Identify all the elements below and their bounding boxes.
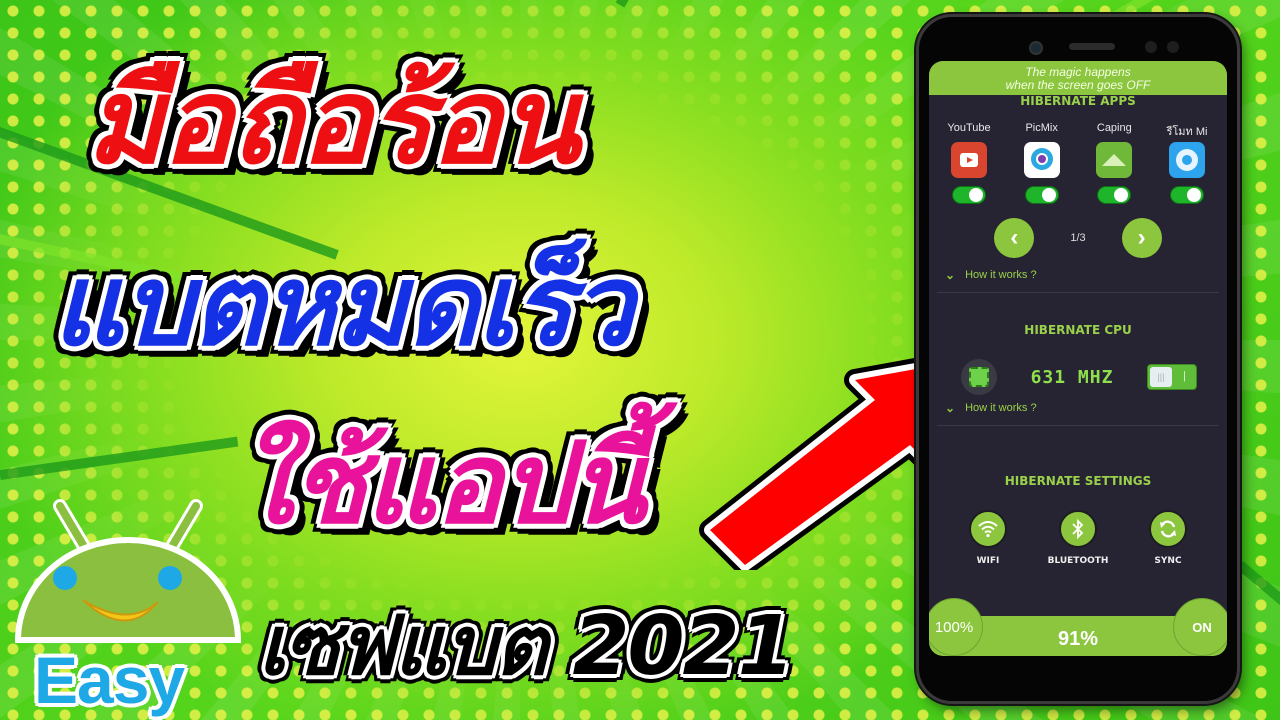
hibernate-apps-title: HIBERNATE APPS bbox=[1020, 94, 1136, 108]
setting-label: WIFI bbox=[976, 556, 1000, 566]
tagline-banner: The magic happens when the screen goes O… bbox=[929, 61, 1227, 95]
eye-left-icon bbox=[53, 566, 77, 590]
speaker-grille bbox=[1069, 43, 1115, 50]
sync-icon bbox=[1149, 510, 1187, 548]
sensor-dot bbox=[1167, 41, 1179, 53]
cpu-frequency: 631 MHZ bbox=[1030, 366, 1114, 388]
how-it-works-apps-link[interactable]: ⌄ How it works ? bbox=[929, 268, 1227, 282]
app-item-youtube: YouTube bbox=[939, 122, 999, 204]
how-it-works-label: How it works ? bbox=[965, 402, 1037, 414]
hibernate-on-button[interactable]: ON bbox=[1173, 598, 1227, 656]
setting-label: BLUETOOTH bbox=[1047, 556, 1109, 566]
cpu-chip-icon bbox=[961, 359, 997, 395]
headline-battery-drains: แบตหมดเร็ว bbox=[52, 241, 634, 371]
cpu-row: 631 MHZ ||| | bbox=[929, 359, 1227, 395]
setting-sync[interactable]: SYNC bbox=[1133, 510, 1203, 566]
hibernate-apps-list: YouTube PicMix Caping รีโมท Mi bbox=[929, 122, 1227, 204]
setting-bluetooth[interactable]: BLUETOOTH bbox=[1043, 510, 1113, 566]
chevron-down-icon: ⌄ bbox=[945, 401, 956, 415]
headline-use-this-app: ใช้แอปนี้ bbox=[238, 419, 646, 549]
youtube-icon bbox=[951, 142, 987, 178]
mascot-head bbox=[14, 537, 242, 643]
switch-knob: ||| bbox=[1149, 367, 1172, 387]
chevron-down-icon: ⌄ bbox=[945, 268, 956, 282]
mi-remote-icon bbox=[1168, 142, 1205, 178]
how-it-works-cpu-link[interactable]: ⌄ How it works ? bbox=[929, 401, 1227, 415]
easy-brand-text: Easy bbox=[34, 643, 185, 717]
picmix-icon bbox=[1023, 142, 1060, 178]
app-toggle-picmix[interactable] bbox=[1024, 186, 1059, 204]
antenna-right-icon bbox=[163, 499, 203, 557]
section-divider bbox=[937, 425, 1219, 426]
page-indicator: 1/3 bbox=[1070, 232, 1086, 244]
headline-phone-hot: มือถือร้อน bbox=[86, 52, 580, 190]
how-it-works-label: How it works ? bbox=[965, 269, 1037, 281]
tagline-line-2: when the screen goes OFF bbox=[1005, 78, 1151, 92]
switch-on-mark: | bbox=[1183, 370, 1186, 382]
app-name: PicMix bbox=[1025, 122, 1058, 134]
next-page-button[interactable]: › bbox=[1121, 218, 1162, 258]
app-item-picmix: PicMix bbox=[1012, 122, 1072, 204]
sensor-dot bbox=[1145, 41, 1157, 53]
app-toggle-youtube[interactable] bbox=[952, 186, 986, 204]
app-name: Caping bbox=[1096, 122, 1132, 134]
caping-icon bbox=[1096, 142, 1133, 178]
hibernate-settings-list: WIFI BLUETOOTH SYNC bbox=[929, 510, 1227, 566]
app-name: YouTube bbox=[947, 122, 991, 134]
hibernate-settings-title: HIBERNATE SETTINGS bbox=[1004, 474, 1152, 488]
app-name: รีโมท Mi bbox=[1166, 126, 1208, 138]
bluetooth-icon bbox=[1059, 510, 1097, 548]
app-toggle-caping[interactable] bbox=[1097, 186, 1132, 204]
app-item-caping: Caping bbox=[1084, 122, 1144, 204]
app-toggle-mi-remote[interactable] bbox=[1169, 186, 1204, 204]
battery-percentage: 91% bbox=[1057, 627, 1099, 650]
apps-pager: ‹ 1/3 › bbox=[929, 218, 1227, 258]
app-item-mi-remote: รีโมท Mi bbox=[1157, 122, 1217, 204]
smartphone-mockup: The magic happens when the screen goes O… bbox=[916, 14, 1240, 704]
section-divider bbox=[937, 292, 1219, 293]
wifi-icon bbox=[969, 510, 1007, 548]
app-screen: The magic happens when the screen goes O… bbox=[929, 61, 1227, 656]
setting-label: SYNC bbox=[1154, 556, 1182, 566]
prev-page-button[interactable]: ‹ bbox=[994, 218, 1035, 258]
front-camera-icon bbox=[1029, 41, 1043, 55]
setting-wifi[interactable]: WIFI bbox=[953, 510, 1023, 566]
eye-right-icon bbox=[158, 566, 182, 590]
headline-save-battery-2021: เซฟแบต 2021 bbox=[258, 599, 795, 694]
antenna-left-icon bbox=[53, 499, 93, 557]
hibernate-cpu-title: HIBERNATE CPU bbox=[1024, 323, 1132, 337]
cpu-hibernate-switch[interactable]: ||| | bbox=[1146, 364, 1197, 390]
